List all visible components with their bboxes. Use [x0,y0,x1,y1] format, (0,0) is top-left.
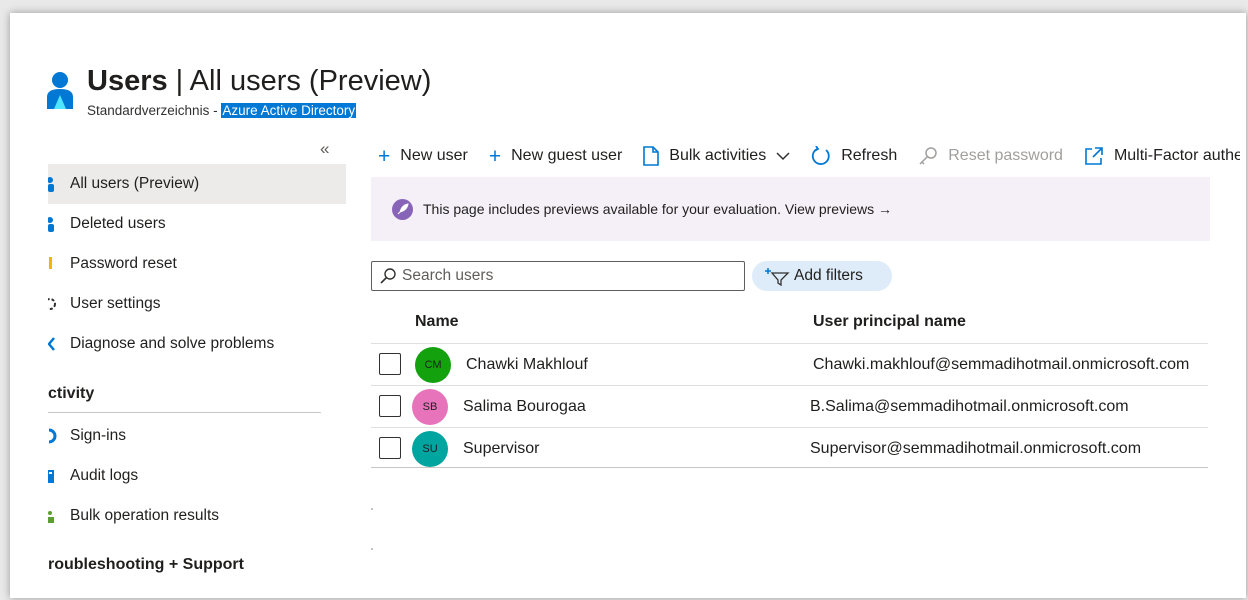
sidebar-item-label: Deleted users [70,215,166,232]
user-name[interactable]: Salima Bourogaa [463,398,586,416]
sidebar-item-label: Diagnose and solve problems [70,335,275,352]
rocket-icon [392,198,413,220]
bulk-activities-button[interactable]: Bulk activities [643,146,790,166]
collapse-sidebar-button[interactable]: « [320,139,329,159]
users-icon [47,72,73,109]
scroll-dot [371,508,373,510]
row-checkbox[interactable] [379,437,401,459]
user-principal-name: Chawki.makhlouf@semmadihotmail.onmicroso… [813,356,1190,373]
filter-add-icon [765,268,790,286]
sidebar-item-label: Sign-ins [70,427,126,444]
section-divider [48,412,321,413]
sign-in-icon [48,428,70,444]
avatar: CM [415,347,451,383]
search-icon [380,268,396,284]
plus-icon: + [488,144,502,168]
sidebar-item-label: All users (Preview) [70,175,200,192]
key-icon [919,147,937,165]
refresh-icon [812,146,830,165]
new-user-button[interactable]: + New user [378,146,468,167]
table-row[interactable]: SU Supervisor Supervisor@semmadihotmail.… [371,427,1208,468]
sidebar-item-all-users[interactable]: All users (Preview) [48,164,346,204]
sidebar-item-user-settings[interactable]: User settings [48,284,346,324]
sidebar-item-deleted-users[interactable]: Deleted users [48,204,346,244]
row-checkbox[interactable] [379,353,401,375]
audit-icon [48,468,70,484]
bulk-icon [48,508,70,524]
new-guest-user-button[interactable]: + New guest user [489,146,622,167]
directory-link[interactable]: Azure Active Directory [221,103,357,118]
sidebar-item-bulk-results[interactable]: Bulk operation results [48,496,346,536]
table-row[interactable]: SB Salima Bourogaa B.Salima@semmadihotma… [371,385,1208,426]
user-name[interactable]: Chawki Makhlouf [466,356,588,374]
section-troubleshooting-heading: roubleshooting + Support [48,556,244,573]
avatar: SB [412,389,448,425]
sidebar-item-sign-ins[interactable]: Sign-ins [48,416,346,456]
preview-banner-text[interactable]: This page includes previews available fo… [423,201,892,217]
breadcrumb-subtitle: Standardverzeichnis - Azure Active Direc… [87,103,357,118]
refresh-button[interactable]: Refresh [811,146,897,166]
sidebar-item-audit-logs[interactable]: Audit logs [48,456,346,496]
wrench-icon [48,336,70,352]
row-checkbox[interactable] [379,395,401,417]
multi-factor-button[interactable]: Multi-Factor authentication [1084,146,1240,166]
sidebar-item-label: User settings [70,295,161,312]
chevron-down-icon [776,152,790,161]
key-icon [48,256,70,272]
sidebar-item-password-reset[interactable]: Password reset [48,244,346,284]
scroll-dot [371,548,373,550]
column-header-name[interactable]: Name [415,313,459,331]
search-input[interactable] [402,267,722,285]
user-principal-name: B.Salima@semmadihotmail.onmicrosoft.com [810,398,1129,415]
sidebar-item-label: Bulk operation results [70,507,220,524]
avatar: SU [412,431,448,467]
sidebar-item-label: Audit logs [70,467,139,484]
external-link-icon [1085,147,1103,165]
column-header-upn[interactable]: User principal name [813,313,966,331]
user-principal-name: Supervisor@semmadihotmail.onmicrosoft.co… [810,440,1142,457]
azure-portal-window: Users | All users (Preview) Standardverz… [10,13,1246,598]
command-bar: + New user + New guest user Bulk activitie… [378,143,1240,169]
sidebar-item-label: Password reset [70,255,177,272]
user-name[interactable]: Supervisor [463,440,539,458]
sidebar-item-diagnose[interactable]: Diagnose and solve problems [48,324,346,364]
user-icon [48,216,70,232]
gear-icon [48,296,70,312]
document-icon [643,146,660,166]
plus-icon: + [378,144,391,168]
section-activity-heading: ctivity [48,385,95,402]
search-box[interactable] [371,261,745,291]
table-row[interactable]: CM Chawki Makhlouf Chawki.makhlouf@semma… [371,343,1208,384]
reset-password-button[interactable]: Reset password [918,146,1063,166]
page-title: Users | All users (Preview) [87,65,432,97]
add-filters-button[interactable]: Add filters [752,261,892,291]
preview-banner: This page includes previews available fo… [371,177,1210,241]
user-icon [48,176,70,192]
